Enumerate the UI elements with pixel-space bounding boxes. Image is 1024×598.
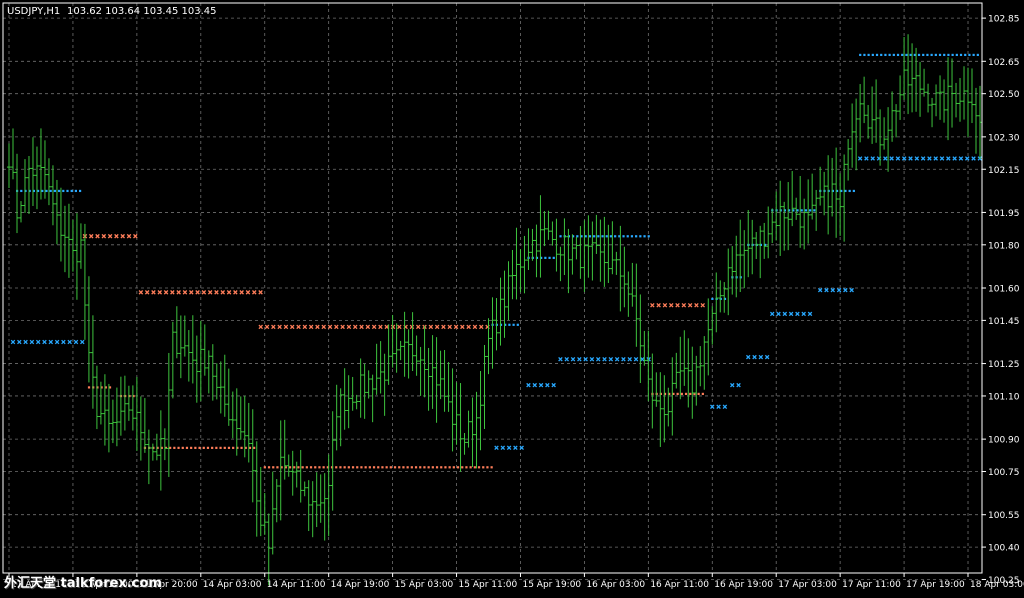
- time-tick-label: 16 Apr 19:00: [714, 580, 773, 590]
- time-tick-label: 14 Apr 11:00: [267, 580, 326, 590]
- price-tick-label: 100.55: [988, 511, 1020, 521]
- time-tick-label: 17 Apr 11:00: [842, 580, 901, 590]
- price-tick-label: 100.40: [988, 544, 1020, 554]
- price-tick-label: 101.60: [988, 285, 1020, 295]
- price-tick-label: 101.95: [988, 209, 1020, 219]
- price-tick-label: 102.85: [988, 15, 1020, 25]
- time-tick-label: 16 Apr 03:00: [586, 580, 645, 590]
- time-tick-label: 17 Apr 03:00: [778, 580, 837, 590]
- price-tick-label: 101.10: [988, 392, 1020, 402]
- chart-canvas: 102.85 102.65 102.50 102.30 102.15 101.95 101.…: [0, 0, 1024, 594]
- price-tick-label: 100.90: [988, 436, 1020, 446]
- watermark: 外汇天堂 talkforex.com: [4, 576, 162, 591]
- price-tick-label: 101.80: [988, 241, 1020, 251]
- symbol-label: USDJPY,H1: [7, 6, 60, 17]
- ohlc-readout: 103.62 103.64 103.45 103.45: [67, 6, 217, 17]
- price-tick-label: 102.30: [988, 133, 1020, 143]
- resistance-level: [263, 466, 493, 469]
- price-tick-label: 102.50: [988, 90, 1020, 100]
- time-tick-label: 15 Apr 03:00: [395, 580, 454, 590]
- price-tick-label: 100.75: [988, 468, 1020, 478]
- price-tick-label: 102.15: [988, 166, 1020, 176]
- time-tick-label: 18 Apr 03:00: [970, 580, 1024, 590]
- time-tick-label: 17 Apr 19:00: [906, 580, 965, 590]
- price-tick-label: 101.45: [988, 317, 1020, 327]
- price-tick-label: 101.25: [988, 360, 1020, 370]
- time-tick-label: 15 Apr 19:00: [522, 580, 581, 590]
- support-level: [859, 53, 979, 57]
- time-tick-label: 15 Apr 11:00: [459, 580, 518, 590]
- price-chart[interactable]: 102.85 102.65 102.50 102.30 102.15 101.95 101.…: [0, 0, 1024, 594]
- price-tick-label: 102.65: [988, 58, 1020, 68]
- time-tick-label: 16 Apr 11:00: [650, 580, 709, 590]
- time-tick-label: 14 Apr 19:00: [331, 580, 390, 590]
- time-tick-label: 14 Apr 03:00: [203, 580, 262, 590]
